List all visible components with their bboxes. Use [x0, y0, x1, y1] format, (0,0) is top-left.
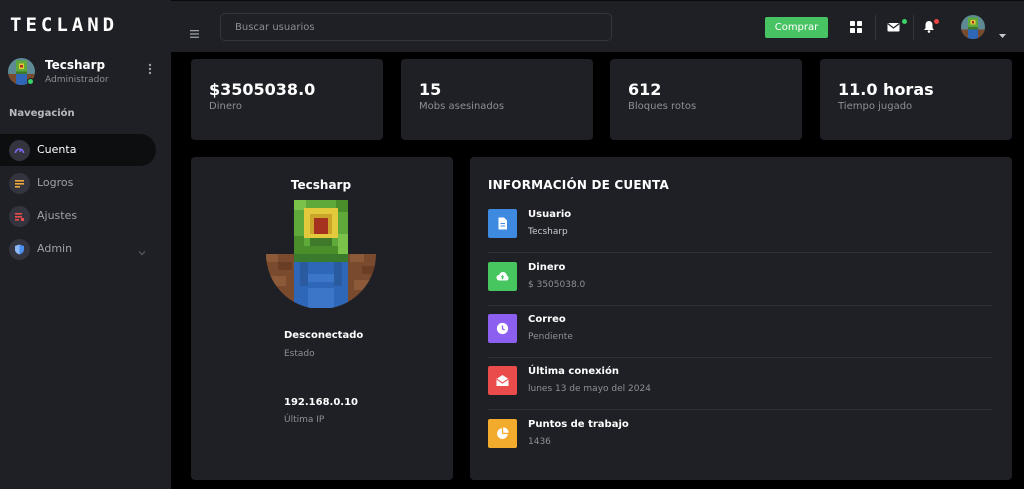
info-row-puntos-trabajo: Puntos de trabajo 1436 [488, 411, 992, 463]
stat-value: 612 [628, 80, 662, 99]
sidebar-item-admin[interactable]: Admin [0, 233, 156, 265]
ip-label: Última IP [284, 415, 325, 425]
sidebar-item-label: Ajustes [37, 209, 78, 222]
notification-badge [934, 19, 939, 24]
stat-label: Tiempo jugado [838, 101, 913, 112]
cloud-upload-icon [488, 262, 517, 291]
status-label: Estado [284, 349, 315, 359]
shield-icon [9, 239, 30, 260]
info-value: Pendiente [528, 332, 573, 342]
info-label: Dinero [528, 262, 566, 273]
sidebar-user: Tecsharp Administrador [8, 57, 163, 89]
sidebar-item-label: Logros [37, 176, 74, 189]
search-input[interactable] [220, 13, 612, 41]
hamburger-menu-icon[interactable] [190, 23, 199, 38]
profile-name: Tecsharp [290, 178, 352, 192]
ip-value: 192.168.0.10 [284, 397, 359, 408]
pie-chart-icon [488, 419, 517, 448]
info-label: Usuario [528, 209, 572, 220]
info-value: $ 3505038.0 [528, 280, 586, 290]
user-role: Administrador [45, 75, 109, 85]
info-label: Puntos de trabajo [528, 419, 629, 430]
mail-icon[interactable] [887, 18, 901, 32]
sidebar-item-logros[interactable]: Logros [0, 167, 156, 199]
info-value: lunes 13 de mayo del 2024 [528, 384, 651, 394]
topbar: Comprar [171, 0, 1024, 52]
info-row-dinero: Dinero $ 3505038.0 [488, 254, 992, 306]
info-label: Correo [528, 314, 566, 325]
stat-label: Mobs asesinados [419, 101, 505, 112]
player-skin-image [266, 200, 376, 308]
status-value: Desconectado [284, 330, 364, 341]
stat-value: 15 [419, 80, 442, 99]
stat-value: 11.0 horas [838, 80, 934, 99]
account-info-title: INFORMACIÓN DE CUENTA [488, 178, 669, 192]
brand-logo[interactable]: TECLAND [10, 14, 118, 36]
info-row-correo: Correo Pendiente [488, 306, 992, 358]
chevron-down-icon [137, 243, 147, 256]
info-value: 1436 [528, 437, 551, 447]
nav-heading: Navegación [9, 108, 75, 119]
info-row-ultima-conexion: Última conexión lunes 13 de mayo del 202… [488, 358, 992, 410]
stat-card-blocks: 612 Bloques rotos [610, 59, 802, 140]
stat-card-mobs: 15 Mobs asesinados [401, 59, 593, 140]
sidebar: TECLAND Tecsharp Administrador Navegació… [0, 0, 171, 489]
topbar-divider [875, 15, 876, 40]
profile-card: Tecsharp Desconectado Estado 192.168.0.1… [191, 157, 453, 480]
caret-down-icon[interactable] [999, 24, 1006, 38]
info-value: Tecsharp [528, 227, 568, 237]
buy-button[interactable]: Comprar [765, 17, 828, 38]
grid-apps-icon[interactable] [850, 18, 864, 33]
online-status-dot [27, 78, 34, 85]
sidebar-item-label: Cuenta [37, 143, 77, 156]
document-icon [488, 209, 517, 238]
row-divider [488, 252, 992, 253]
stat-card-money: $3505038.0 Dinero [191, 59, 383, 140]
account-info-card: INFORMACIÓN DE CUENTA Usuario Tecsharp D… [470, 157, 1012, 480]
kebab-menu-icon[interactable] [146, 63, 154, 77]
sidebar-item-ajustes[interactable]: Ajustes [0, 200, 156, 232]
list-icon [9, 173, 30, 194]
envelope-open-icon [488, 366, 517, 395]
gauge-icon [9, 140, 30, 161]
stat-label: Dinero [209, 101, 242, 112]
user-name: Tecsharp [45, 58, 106, 72]
sidebar-item-cuenta[interactable]: Cuenta [0, 134, 156, 166]
list-edit-icon [9, 206, 30, 227]
avatar[interactable] [961, 15, 985, 39]
stat-card-time: 11.0 horas Tiempo jugado [820, 59, 1012, 140]
sidebar-item-label: Admin [37, 242, 73, 255]
topbar-divider [913, 15, 914, 40]
clock-icon [488, 314, 517, 343]
row-divider [488, 409, 992, 410]
info-label: Última conexión [528, 366, 619, 377]
mail-badge [902, 19, 907, 24]
stat-value: $3505038.0 [209, 80, 316, 99]
stat-label: Bloques rotos [628, 101, 697, 112]
info-row-usuario: Usuario Tecsharp [488, 201, 992, 253]
